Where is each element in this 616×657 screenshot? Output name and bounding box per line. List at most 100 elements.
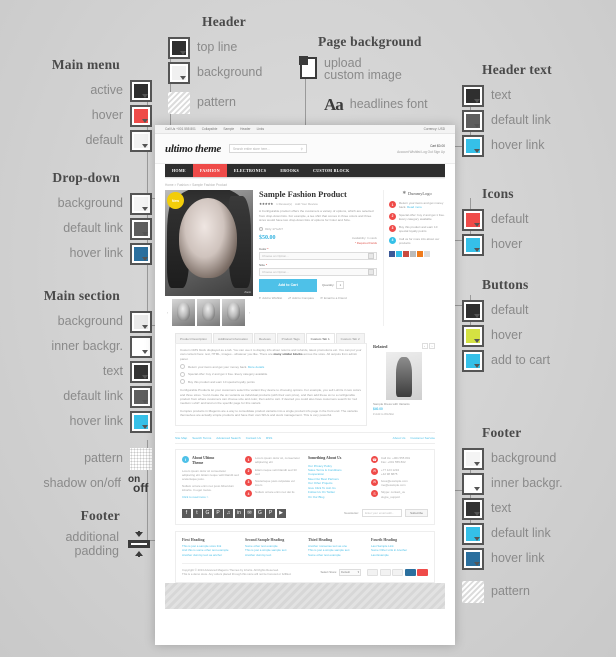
option-row-main-background[interactable]: background [0, 310, 152, 333]
check-link[interactable]: More details [248, 365, 264, 369]
account-link-4[interactable]: Sign Up [434, 150, 445, 154]
option-row-footer-pattern[interactable]: pattern [440, 580, 616, 603]
pattern-swatch-main-section[interactable] [130, 447, 152, 470]
share-icon[interactable] [410, 251, 416, 257]
option-row-buttons-hover[interactable]: hover [440, 324, 616, 347]
option-row-buttons-default[interactable]: default [440, 299, 616, 322]
newsletter-input[interactable]: Enter your email addr... [362, 509, 403, 518]
bottom-link[interactable]: Last Example [371, 553, 428, 557]
add-to-compare-link[interactable]: ⇄ Add to Compare [288, 296, 314, 300]
option-row-footer-hover-link[interactable]: hover link [440, 547, 616, 570]
site-logo[interactable]: ultimo theme [165, 143, 221, 155]
color-swatch-menu-hover[interactable] [130, 104, 152, 127]
color-swatch-buttons-add-to-cart[interactable] [462, 349, 484, 372]
quantity-input[interactable]: 1 [336, 281, 345, 290]
twitter-icon[interactable]: t [192, 508, 202, 518]
footer-link-sitemap[interactable]: Site Map [175, 436, 187, 440]
upload-image-icon[interactable] [299, 56, 317, 79]
color-swatch-footer-hover-link[interactable] [462, 547, 484, 570]
add-review-link[interactable]: Add Your Review [295, 202, 318, 206]
option-row-main-pattern[interactable]: pattern [0, 447, 152, 470]
color-swatch-main-background[interactable] [130, 310, 152, 333]
bottom-link[interactable]: Another dummy text [245, 553, 302, 557]
tab-product-tags[interactable]: Product Tags [276, 333, 305, 343]
zoom-hint[interactable]: Zoom [244, 291, 251, 294]
related-wishlist-link[interactable]: ♥ Add to Wishlist [373, 412, 435, 416]
shadow-toggle[interactable]: on off [128, 474, 152, 494]
option-row-dropdown-hover-link[interactable]: hover link [0, 242, 152, 265]
color-swatch-icons-default[interactable] [462, 208, 484, 231]
color-select[interactable]: Choose an Option... [259, 251, 377, 260]
account-link-3[interactable]: Log Out [421, 150, 432, 154]
rss-icon[interactable] [417, 251, 423, 257]
footer-read-more-link[interactable]: Click to read more > [182, 495, 239, 499]
currency-selector[interactable]: Currency: USD [424, 127, 445, 131]
footer-link-contact-us[interactable]: Contact Us [246, 436, 261, 440]
option-row-icons-hover[interactable]: hover [440, 233, 616, 256]
thumbnail[interactable] [172, 299, 195, 326]
color-swatch-main-text[interactable] [130, 360, 152, 383]
color-swatch-headertext-default-link[interactable] [462, 109, 484, 132]
option-row-headertext-hover-link[interactable]: hover link [440, 134, 616, 157]
option-row-headertext-default-link[interactable]: default link [440, 109, 616, 132]
pattern-swatch-header[interactable] [168, 91, 190, 114]
prev-thumb-icon[interactable]: ‹ [165, 310, 170, 315]
facebook-icon[interactable] [389, 251, 395, 257]
add-to-cart-button[interactable]: Add to Cart [259, 278, 317, 292]
thumbnail[interactable] [197, 299, 220, 326]
tab-additional-information[interactable]: Additional Information [213, 333, 253, 343]
option-row-footer-text[interactable]: text [440, 497, 616, 520]
color-swatch-header-topline[interactable] [168, 36, 190, 59]
tab-custom-tab-2[interactable]: Custom Tab 2 [335, 333, 365, 343]
account-links[interactable]: Account Wishlist Log Out Sign Up [397, 150, 445, 154]
google-plus-icon[interactable]: G [203, 508, 212, 518]
tab-product-description[interactable]: Product Description [175, 333, 212, 343]
review-count[interactable]: 1 Review(s) [276, 202, 292, 206]
color-swatch-footer-inner-background[interactable] [462, 472, 484, 495]
option-row-footer-background[interactable]: background [440, 447, 616, 470]
cart-link[interactable]: Cart $0.00 [430, 144, 445, 148]
twitter-icon[interactable] [396, 251, 402, 257]
nav-item-custom-block[interactable]: CUSTOM BLOCK [306, 164, 357, 177]
color-swatch-buttons-default[interactable] [462, 299, 484, 322]
google-icon[interactable] [403, 251, 409, 257]
related-product-image[interactable] [386, 352, 422, 400]
color-swatch-headertext-hover-link[interactable] [462, 134, 484, 157]
option-row-dropdown-background[interactable]: background [0, 192, 152, 215]
option-row-menu-active[interactable]: active [0, 79, 152, 102]
color-swatch-buttons-hover[interactable] [462, 324, 484, 347]
option-row-icons-default[interactable]: default [440, 208, 616, 231]
footer-link-advanced-search[interactable]: Advanced Search [216, 436, 240, 440]
footer-nav-link[interactable]: On Our Blog [308, 495, 365, 499]
footer-link-search-terms[interactable]: Search Terms [192, 436, 211, 440]
option-row-menu-hover[interactable]: hover [0, 104, 152, 127]
subscribe-button[interactable]: Subscribe [405, 509, 428, 518]
color-swatch-icons-hover[interactable] [462, 233, 484, 256]
color-swatch-main-default-link[interactable] [130, 385, 152, 408]
google-icon[interactable]: G [255, 508, 265, 518]
option-row-main-shadow[interactable]: shadow on/off on off [0, 472, 152, 495]
option-row-headertext-text[interactable]: text [440, 84, 616, 107]
color-swatch-menu-active[interactable] [130, 79, 152, 102]
nav-item-ebooks[interactable]: EBOOKS [273, 164, 306, 177]
pin-icon[interactable]: P [266, 508, 275, 518]
option-row-footer-default-link[interactable]: default link [440, 522, 616, 545]
color-swatch-footer-default-link[interactable] [462, 522, 484, 545]
color-swatch-menu-default[interactable] [130, 129, 152, 152]
search-input[interactable]: Search entire store here... ⚲ [229, 144, 307, 153]
facebook-icon[interactable]: f [182, 508, 191, 518]
color-swatch-footer-background[interactable] [462, 447, 484, 470]
email-friend-link[interactable]: ✉ Email to a Friend [320, 296, 347, 300]
option-row-footer-inner-background[interactable]: inner backgr. [440, 472, 616, 495]
footer-link-rss[interactable]: RSS [266, 436, 272, 440]
option-row-main-default-link[interactable]: default link [0, 385, 152, 408]
top-link-1[interactable]: Collapsible [202, 127, 218, 131]
color-swatch-footer-text[interactable] [462, 497, 484, 520]
size-select[interactable]: Choose an Option... [259, 267, 377, 276]
nav-item-home[interactable]: HOME [165, 164, 193, 177]
linkedin-icon[interactable]: in [234, 508, 244, 518]
chevron-down-icon[interactable] [368, 252, 374, 259]
account-link-2[interactable]: Wishlist [410, 150, 421, 154]
option-row-main-hover-link[interactable]: hover link [0, 410, 152, 433]
color-swatch-dropdown-hover-link[interactable] [130, 242, 152, 265]
